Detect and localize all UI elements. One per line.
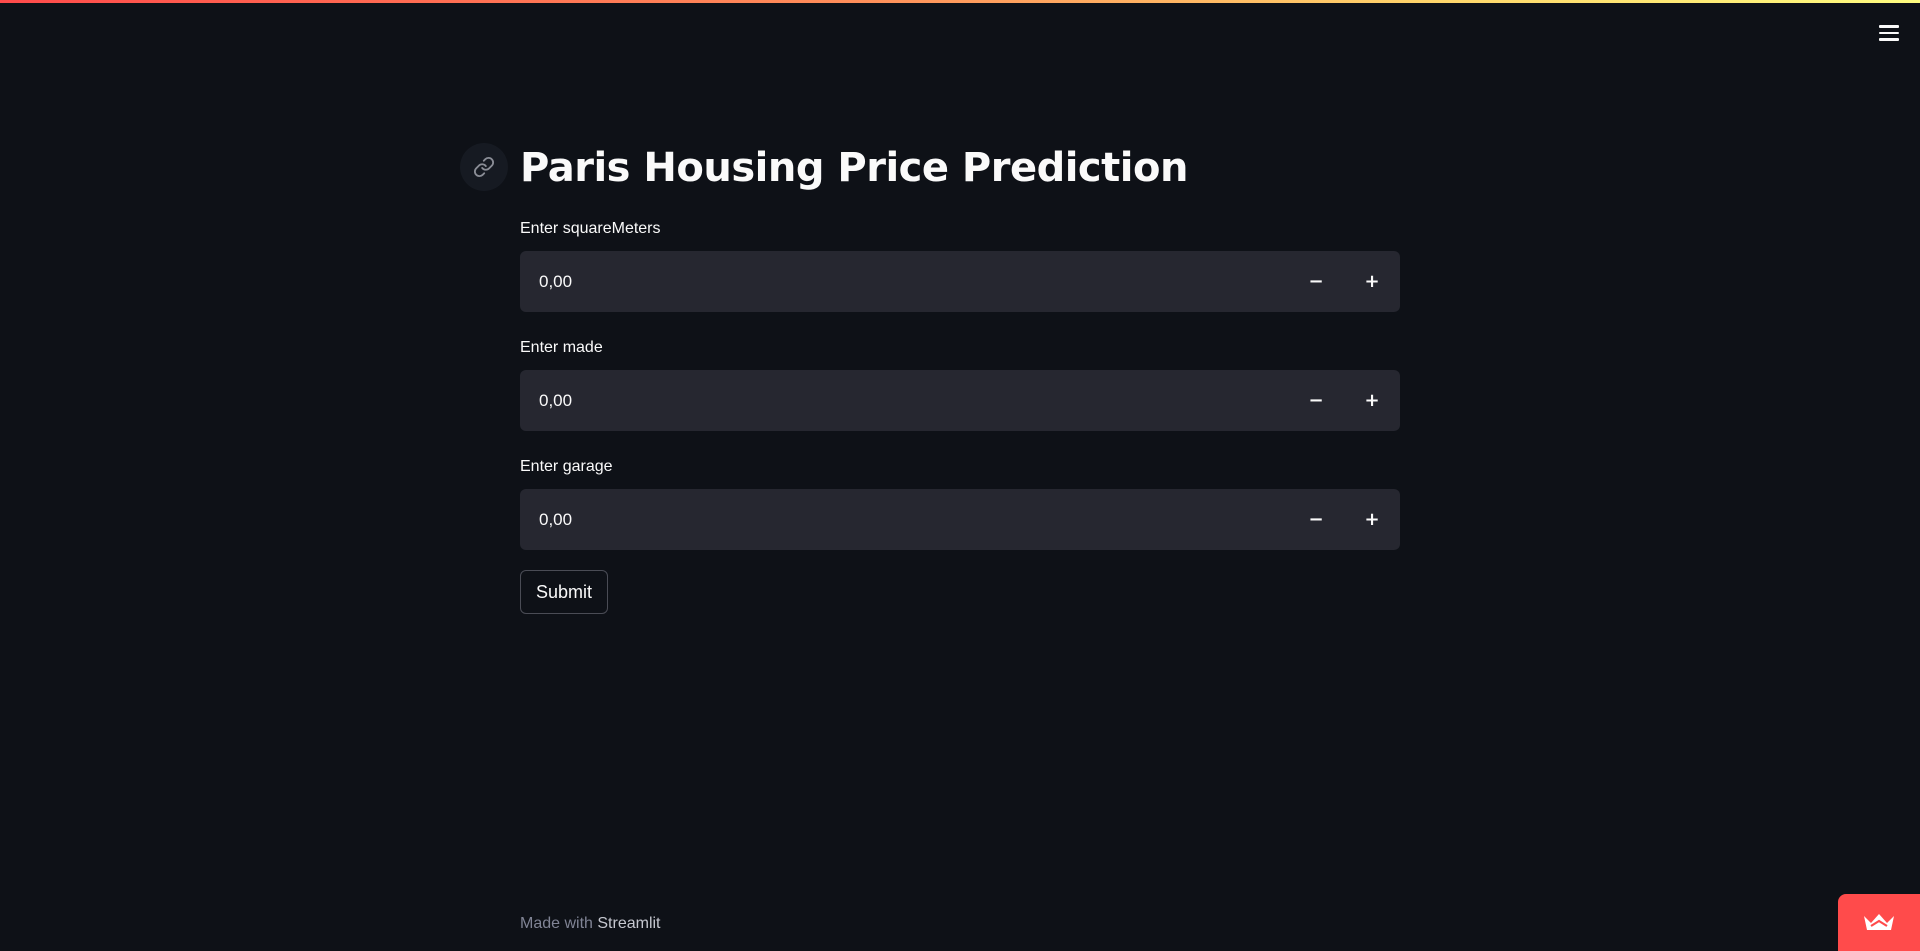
submit-button[interactable]: Submit [520,570,609,614]
footer: Made with Streamlit [520,915,661,933]
title-row: Paris Housing Price Prediction [460,140,1400,196]
garage-label: Enter garage [520,458,613,475]
squaremeters-increment-button[interactable]: + [1344,251,1400,312]
streamlit-crown-icon[interactable] [1838,894,1920,951]
made-decrement-button[interactable]: − [1288,370,1344,431]
squaremeters-value[interactable]: 0,00 [520,251,1288,312]
main-content: Paris Housing Price Prediction Enter squ… [460,140,1400,614]
garage-value[interactable]: 0,00 [520,489,1288,550]
garage-input[interactable]: 0,00 − + [520,489,1400,550]
squaremeters-decrement-button[interactable]: − [1288,251,1344,312]
footer-brand-link[interactable]: Streamlit [597,915,660,932]
squaremeters-input[interactable]: 0,00 − + [520,251,1400,312]
footer-prefix: Made with [520,915,593,932]
squaremeters-label: Enter squareMeters [520,220,661,237]
link-icon[interactable] [460,143,508,191]
made-label: Enter made [520,339,603,356]
page-title: Paris Housing Price Prediction [520,145,1188,191]
made-value[interactable]: 0,00 [520,370,1288,431]
hamburger-menu-icon[interactable] [1876,20,1902,46]
top-decoration-bar [0,0,1920,3]
made-increment-button[interactable]: + [1344,370,1400,431]
garage-increment-button[interactable]: + [1344,489,1400,550]
made-input[interactable]: 0,00 − + [520,370,1400,431]
garage-decrement-button[interactable]: − [1288,489,1344,550]
